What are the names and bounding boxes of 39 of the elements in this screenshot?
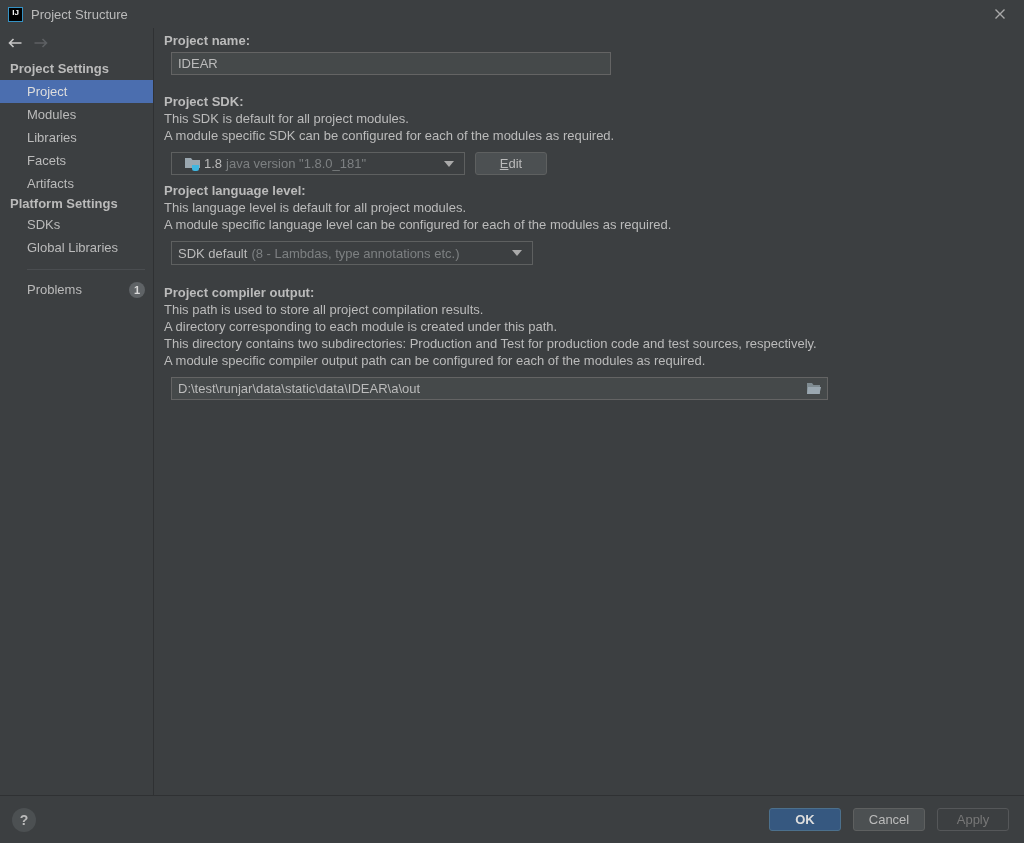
field-label: Project name: [164,32,251,49]
back-arrow-icon[interactable] [8,38,22,48]
section-heading: Project Settings [10,61,109,76]
description-text: This path is used to store all project compilation results. [164,301,485,318]
folder-cup-icon [185,156,201,171]
sidebar-item[interactable]: Modules [0,103,153,126]
project-name-field[interactable]: IDEAR [171,52,611,75]
close-icon[interactable] [995,9,1005,19]
section-heading: Platform Settings [10,196,118,211]
sidebar-item[interactable]: Global Libraries [0,236,153,259]
caret-icon [444,160,454,167]
count-badge: 1 [129,281,145,298]
dialog-button[interactable]: Cancel [853,808,925,831]
field-label: Project SDK: [164,93,245,110]
sidebar-item[interactable]: SDKs [0,213,153,236]
description-text: A module specific compiler output path can be configured for each of the modules as required. [164,352,707,369]
field-label: Project language level: [164,182,307,199]
help-button[interactable]: ? [12,807,36,832]
description-text: A module specific language level can be configured for each of the modules as required. [164,216,673,233]
caret-icon [512,250,522,256]
language-level-dropdown[interactable]: SDK default (8 - Lambdas, type annotations etc.) [171,241,533,265]
problems-item[interactable]: Problems 1 [0,278,153,301]
description-text: This SDK is default for all project modules. [164,110,410,127]
sidebar-item[interactable]: Artifacts [0,172,153,195]
dialog-button[interactable]: OK [769,808,841,831]
sidebar-item[interactable]: Facets [0,149,153,172]
output-path-field[interactable]: D:\test\runjar\data\static\data\IDEAR\a\out [171,377,828,400]
app-logo: IJ [8,6,23,22]
sidebar-item[interactable]: Project [0,80,153,103]
sdk-dropdown[interactable]: 1.8 java version "1.8.0_181" [171,152,465,175]
sidebar-item[interactable]: Libraries [0,126,153,149]
description-text: A module specific SDK can be configured for each of the modules as required. [164,127,616,144]
window-title: Project Structure [31,6,128,22]
folder-icon[interactable] [807,383,821,394]
description-text: This language level is default for all project modules. [164,199,468,216]
description-text: A directory corresponding to each module is created under this path. [164,318,559,335]
field-label: Project compiler output: [164,284,316,301]
description-text: This directory contains two subdirectories: Production and Test for production code and test sources, respectively. [164,335,818,352]
edit-button[interactable]: Edit [475,152,547,175]
